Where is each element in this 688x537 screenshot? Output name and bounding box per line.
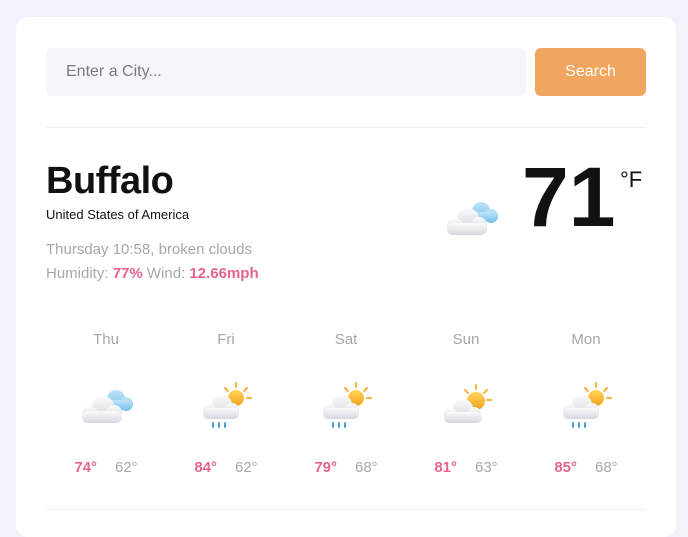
forecast-day: Thu 74° 62° [46, 331, 166, 491]
forecast-temps: 81° 63° [406, 459, 526, 476]
temperature-unit: °F [620, 167, 643, 192]
sun-cloud-rain-icon [316, 381, 376, 431]
country-name: United States of America [46, 207, 190, 222]
forecast-low: 62° [115, 459, 138, 476]
forecast-day-name: Thu [93, 331, 119, 348]
forecast-day-name: Mon [571, 331, 601, 348]
forecast-day: Sun 81° 63° [406, 331, 526, 491]
forecast-temps: 79° 68° [286, 459, 406, 476]
forecast-high: 84° [194, 459, 217, 476]
humidity-value: 77% [112, 265, 143, 282]
forecast-day-name: Fri [217, 331, 235, 348]
weather-card: Search Buffalo United States of America … [16, 17, 676, 537]
forecast-day: Fri 84° 62° [166, 331, 286, 491]
wind-label: Wind: [146, 265, 186, 282]
weather-description: Thursday 10:58, broken clouds [46, 241, 252, 258]
partly-cloudy-icon [436, 381, 496, 431]
cloudy-icon [441, 197, 501, 241]
forecast-low: 63° [475, 459, 498, 476]
humidity-label: Humidity: [46, 265, 109, 282]
search-bar: Search [46, 48, 646, 96]
forecast-day-name: Sat [334, 331, 358, 348]
forecast-high: 81° [434, 459, 457, 476]
forecast-low: 68° [355, 459, 378, 476]
forecast-high: 79° [314, 459, 337, 476]
forecast-high: 85° [554, 459, 577, 476]
forecast-day-name: Sun [452, 331, 480, 348]
current-temperature: 71 [522, 150, 616, 244]
forecast-temps: 84° 62° [166, 459, 286, 476]
forecast-low: 62° [235, 459, 258, 476]
forecast-temps: 85° 68° [526, 459, 646, 476]
forecast-high: 74° [74, 459, 97, 476]
forecast-day: Mon 85° 68° [526, 331, 646, 491]
wind-value: 12.66mph [189, 265, 259, 282]
city-search-input[interactable] [46, 48, 526, 96]
cloudy-icon [76, 381, 136, 431]
sun-cloud-rain-icon [556, 381, 616, 431]
forecast-day: Sat 79° 68° [286, 331, 406, 491]
divider [46, 127, 646, 128]
forecast-low: 68° [595, 459, 618, 476]
weather-details: Humidity: 77% Wind: 12.66mph [46, 265, 259, 282]
city-name: Buffalo [46, 160, 174, 202]
forecast-temps: 74° 62° [46, 459, 166, 476]
search-button[interactable]: Search [535, 48, 646, 96]
divider [46, 509, 646, 510]
sun-cloud-rain-icon [196, 381, 256, 431]
